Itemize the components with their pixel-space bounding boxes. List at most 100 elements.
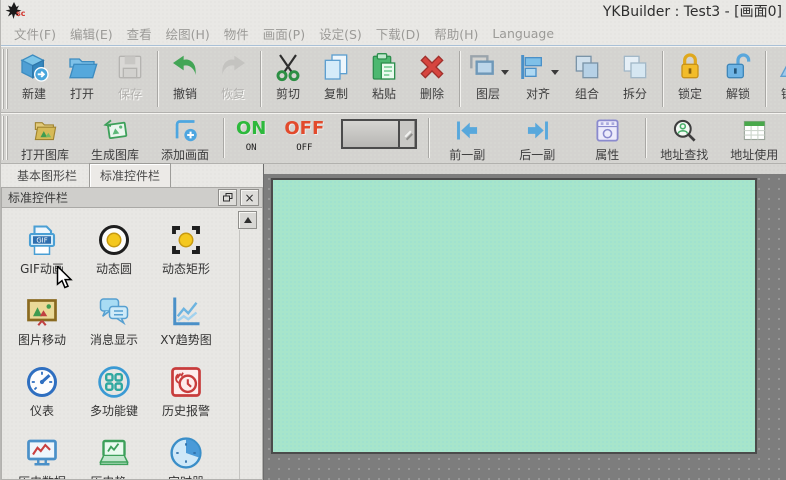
- ctl-timer[interactable]: 定时器: [150, 435, 222, 480]
- tb-mirror-button[interactable]: 镜像: [769, 46, 786, 102]
- toolbar-gripper[interactable]: [2, 49, 9, 109]
- next-icon: [524, 117, 551, 144]
- panel-scrollbar-track[interactable]: [239, 230, 257, 479]
- svg-text:GIF: GIF: [36, 237, 47, 245]
- ctl-dyn-circle[interactable]: 动态圆: [78, 222, 150, 277]
- align-dropdown-arrow[interactable]: [551, 70, 559, 79]
- prev-frame-label: 前一副: [449, 146, 485, 163]
- panel-header: 标准控件栏 ×: [1, 187, 263, 208]
- dyn-rect-label: 动态矩形: [150, 260, 222, 277]
- workspace-top-strip: [264, 164, 786, 174]
- delete-label: 删除: [420, 85, 444, 102]
- paste-icon: [368, 51, 400, 83]
- tb-next-frame-button[interactable]: 后一副: [502, 113, 572, 163]
- hist-trend-icon: [96, 435, 132, 471]
- cut-label: 剪切: [276, 85, 300, 102]
- dyn-circle-label: 动态圆: [78, 260, 150, 277]
- design-canvas-screen[interactable]: [271, 178, 757, 454]
- menu-item-edit[interactable]: 编辑(E): [63, 24, 120, 43]
- tab-standard-controls[interactable]: 标准控件栏: [89, 163, 171, 187]
- ctl-pic-move[interactable]: 图片移动: [6, 293, 78, 348]
- tb-paste-button[interactable]: 粘贴: [360, 46, 408, 102]
- ctl-xy-trend[interactable]: XY趋势图: [150, 293, 222, 348]
- paste-label: 粘贴: [372, 85, 396, 102]
- lock-label: 锁定: [678, 85, 702, 102]
- hist-alarm-label: 历史报警: [150, 402, 222, 419]
- toolbar-group: 打开图库生成图库添加画面: [10, 113, 220, 163]
- undo-icon: [169, 51, 201, 83]
- on-button[interactable]: ONON: [227, 113, 275, 153]
- menu-item-help[interactable]: 帮助(H): [427, 24, 485, 43]
- dyn-rect-icon: [168, 222, 204, 258]
- tb-gen-gallery-button[interactable]: 生成图库: [80, 113, 150, 163]
- menu-bar: 文件(F)编辑(E)查看绘图(H)物件画面(P)设定(S)下载(D)帮助(H)L…: [1, 22, 786, 46]
- tb-properties-button[interactable]: 属性: [572, 113, 642, 163]
- app-logo-icon: sc: [4, 1, 30, 22]
- hist-alarm-icon: [168, 364, 204, 400]
- tb-open-gallery-button[interactable]: 打开图库: [10, 113, 80, 163]
- arrow-up-icon: [244, 213, 252, 223]
- tb-split-button[interactable]: 拆分: [611, 46, 659, 102]
- tb-copy-button[interactable]: 复制: [312, 46, 360, 102]
- tb-group-button[interactable]: 组合: [563, 46, 611, 102]
- panel-float-button[interactable]: [218, 189, 237, 206]
- off-button[interactable]: OFFOFF: [275, 113, 333, 153]
- menu-item-view[interactable]: 查看: [120, 24, 159, 43]
- menu-item-screen[interactable]: 画面(P): [256, 24, 312, 43]
- tb-undo-button[interactable]: 撤销: [161, 46, 209, 102]
- toolbar-gripper[interactable]: [2, 116, 9, 160]
- menu-item-download[interactable]: 下载(D): [369, 24, 427, 43]
- tab-basic-graphics[interactable]: 基本图形栏: [7, 164, 87, 187]
- tb-addr-search-button[interactable]: 地址查找: [649, 113, 719, 163]
- tb-open-button[interactable]: 打开: [58, 46, 106, 102]
- redo-label: 恢复: [221, 85, 245, 102]
- tb-cut-button[interactable]: 剪切: [264, 46, 312, 102]
- toolbar-separator: [223, 118, 224, 158]
- tb-addr-use-button[interactable]: 地址使用: [719, 113, 786, 163]
- tb-layers-button[interactable]: 图层: [463, 46, 513, 102]
- ctl-msg-display[interactable]: 消息显示: [78, 293, 150, 348]
- timer-label: 定时器: [150, 473, 222, 480]
- ctl-gauge[interactable]: 仪表: [6, 364, 78, 419]
- app-window: sc YKBuilder : Test3 - [画面0] 文件(F)编辑(E)查…: [0, 0, 786, 480]
- tb-delete-button[interactable]: 删除: [408, 46, 456, 102]
- tb-redo-button[interactable]: 恢复: [209, 46, 257, 102]
- panel-scroll-up-button[interactable]: [238, 211, 257, 229]
- tb-new-button[interactable]: 新建: [10, 46, 58, 102]
- group-label: 组合: [575, 85, 599, 102]
- toolbar-screen: 打开图库生成图库添加画面ONONOFFOFF前一副后一副属性地址查找地址使用宏指…: [1, 113, 786, 164]
- tb-lock-button[interactable]: 锁定: [666, 46, 714, 102]
- tb-prev-frame-button[interactable]: 前一副: [432, 113, 502, 163]
- menu-item-language[interactable]: Language: [485, 26, 561, 41]
- unlock-icon: [722, 51, 754, 83]
- layers-dropdown-arrow[interactable]: [501, 70, 509, 79]
- ctl-hist-data[interactable]: 历史数据: [6, 435, 78, 480]
- menu-item-file[interactable]: 文件(F): [7, 24, 63, 43]
- props-icon: [594, 117, 621, 144]
- menu-item-object[interactable]: 物件: [217, 24, 256, 43]
- multi-key-label: 多功能键: [78, 402, 150, 419]
- toolbar-group: 锁定解锁: [666, 46, 762, 102]
- tb-unlock-button[interactable]: 解锁: [714, 46, 762, 102]
- panel-close-button[interactable]: ×: [240, 189, 259, 206]
- menu-item-draw[interactable]: 绘图(H): [159, 24, 217, 43]
- toolbar-group: 剪切 复制 粘贴 删除: [264, 46, 456, 102]
- tb-align-button[interactable]: 对齐: [513, 46, 563, 102]
- ctl-dyn-rect[interactable]: 动态矩形: [150, 222, 222, 277]
- copy-icon: [320, 51, 352, 83]
- copy-label: 复制: [324, 85, 348, 102]
- state-slider[interactable]: [341, 119, 417, 149]
- toolbar-separator: [645, 118, 646, 158]
- tb-save-button[interactable]: 保存: [106, 46, 154, 102]
- menu-item-settings[interactable]: 设定(S): [312, 24, 369, 43]
- ctl-hist-trend[interactable]: 历史趋...: [78, 435, 150, 480]
- dock-tab-row: 基本图形栏标准控件栏: [1, 164, 263, 187]
- on-big-label: ON: [236, 119, 266, 138]
- undo-label: 撤销: [173, 85, 197, 102]
- ctl-hist-alarm[interactable]: 历史报警: [150, 364, 222, 419]
- slider-handle[interactable]: [398, 121, 415, 147]
- ctl-multi-key[interactable]: 多功能键: [78, 364, 150, 419]
- tb-add-screen-button[interactable]: 添加画面: [150, 113, 220, 163]
- delete-icon: [416, 51, 448, 83]
- toolbar-group: 撤销 恢复: [161, 46, 257, 102]
